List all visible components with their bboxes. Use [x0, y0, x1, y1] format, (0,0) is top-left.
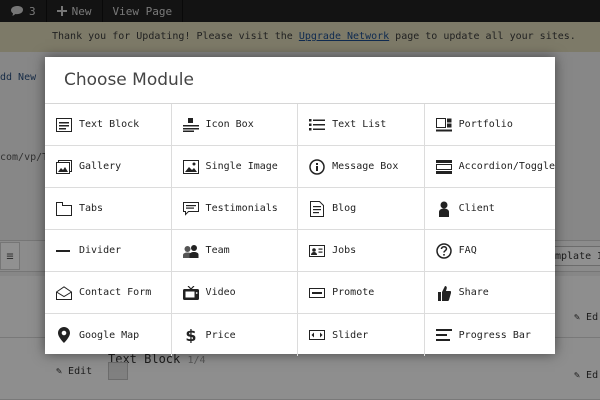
slider-icon	[309, 327, 326, 343]
module-grid: Text Block Icon Box Text List Portfolio …	[45, 104, 555, 356]
video-icon	[182, 285, 199, 301]
module-contact-form[interactable]: Contact Form	[45, 272, 172, 314]
team-icon	[182, 243, 199, 259]
module-label: Blog	[332, 203, 357, 214]
module-label: Contact Form	[79, 287, 152, 298]
module-accordion-toggle[interactable]: Accordion/Toggle	[424, 146, 555, 188]
module-share[interactable]: Share	[424, 272, 555, 314]
faq-icon	[435, 242, 452, 259]
module-promote[interactable]: Promote	[298, 272, 425, 314]
module-label: Text Block	[79, 119, 140, 130]
text-list-icon	[309, 117, 326, 133]
tabs-icon	[56, 201, 72, 217]
module-label: Icon Box	[205, 119, 254, 130]
module-label: Price	[205, 329, 236, 341]
module-message-box[interactable]: Message Box	[298, 146, 425, 188]
module-label: Google Map	[79, 329, 140, 341]
svg-text:$: $	[185, 327, 196, 343]
module-progress-bar[interactable]: Progress Bar	[425, 314, 555, 356]
module-label: Text List	[332, 119, 387, 130]
module-label: Team	[205, 245, 230, 256]
message-box-icon	[309, 158, 325, 175]
module-text-block[interactable]: Text Block	[45, 104, 172, 146]
module-client[interactable]: Client	[424, 188, 555, 230]
module-label: Testimonials	[205, 203, 278, 214]
choose-module-dialog: Choose Module Text Block Icon Box Text L…	[45, 57, 555, 356]
dialog-title: Choose Module	[64, 70, 194, 90]
module-text-list[interactable]: Text List	[298, 104, 425, 146]
module-label: Message Box	[332, 161, 399, 172]
gallery-icon	[56, 159, 72, 175]
module-tabs[interactable]: Tabs	[45, 188, 172, 230]
module-slider[interactable]: Slider	[298, 314, 425, 356]
module-testimonials[interactable]: Testimonials	[171, 188, 299, 230]
module-divider[interactable]: Divider	[45, 230, 172, 272]
module-label: Single Image	[205, 161, 278, 172]
blog-icon	[309, 200, 325, 217]
module-label: Tabs	[79, 203, 104, 214]
divider-icon	[56, 243, 72, 259]
accordion-toggle-icon	[435, 159, 452, 175]
portfolio-icon	[435, 117, 452, 133]
module-label: FAQ	[458, 245, 477, 256]
module-video[interactable]: Video	[171, 272, 299, 314]
module-price[interactable]: $ Price	[172, 314, 299, 356]
module-icon-box[interactable]: Icon Box	[171, 104, 299, 146]
dialog-header: Choose Module	[45, 57, 555, 104]
module-label: Progress Bar	[458, 329, 531, 341]
text-block-icon	[56, 117, 72, 133]
contact-form-icon	[56, 285, 72, 301]
module-label: Client	[458, 203, 495, 214]
module-google-map[interactable]: Google Map	[45, 314, 172, 356]
module-portfolio[interactable]: Portfolio	[424, 104, 555, 146]
module-label: Gallery	[79, 161, 122, 172]
module-label: Promote	[332, 287, 375, 298]
module-jobs[interactable]: Jobs	[298, 230, 425, 272]
module-label: Share	[458, 287, 489, 298]
module-label: Accordion/Toggle	[458, 161, 555, 172]
testimonials-icon	[182, 201, 199, 217]
module-single-image[interactable]: Single Image	[171, 146, 299, 188]
module-team[interactable]: Team	[171, 230, 299, 272]
module-label: Jobs	[332, 245, 357, 256]
jobs-icon	[309, 243, 326, 259]
module-blog[interactable]: Blog	[298, 188, 425, 230]
share-icon	[436, 285, 452, 301]
module-label: Divider	[79, 245, 122, 256]
client-icon	[436, 201, 452, 217]
promote-icon	[309, 285, 326, 301]
icon-box-icon	[182, 117, 199, 133]
progress-bar-icon	[435, 327, 452, 343]
single-image-icon	[182, 159, 199, 175]
module-label: Video	[205, 287, 236, 298]
module-label: Slider	[332, 329, 369, 341]
google-map-icon	[56, 327, 72, 343]
price-icon: $	[183, 327, 199, 343]
module-gallery[interactable]: Gallery	[45, 146, 172, 188]
module-faq[interactable]: FAQ	[424, 230, 555, 272]
module-label: Portfolio	[458, 119, 513, 130]
